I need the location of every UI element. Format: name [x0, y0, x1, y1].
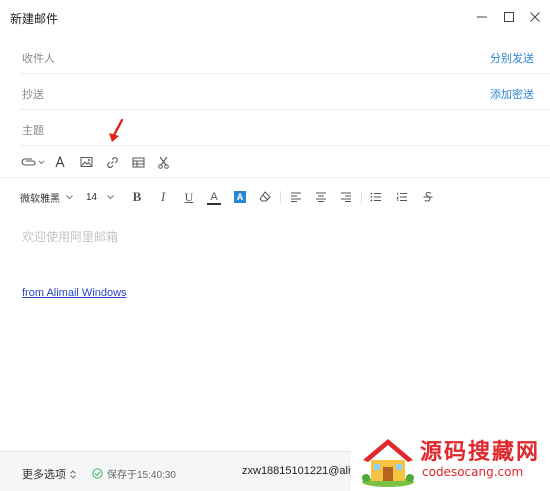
strikethrough-icon [423, 191, 433, 202]
subject-label: 主题 [22, 125, 44, 137]
save-status: 保存于15:40:30 [92, 466, 176, 481]
font-family-value: 微软雅黑 [20, 193, 60, 205]
font-color-button[interactable]: A [207, 190, 221, 205]
font-size-select[interactable]: 14 [86, 187, 120, 207]
font-button[interactable] [52, 152, 68, 172]
cc-field[interactable]: 抄送 添加密送 [20, 74, 550, 110]
font-family-select[interactable]: 微软雅黑 [20, 187, 74, 207]
subject-field[interactable]: 主题 [20, 110, 550, 146]
screenshot-button[interactable] [155, 152, 171, 172]
bullet-list-button[interactable] [369, 187, 383, 207]
minimize-button[interactable] [473, 8, 491, 26]
signature-link[interactable]: from Alimail Windows [22, 287, 127, 299]
attachment-icon [21, 158, 45, 166]
align-center-button[interactable] [314, 187, 328, 207]
sender-account[interactable]: zxw18815101221@aliy [242, 465, 356, 477]
font-size-value: 14 [86, 191, 98, 203]
save-status-text: 保存于15:40:30 [107, 470, 176, 481]
more-options-button[interactable]: 更多选项 [22, 466, 76, 482]
close-button[interactable] [526, 8, 544, 26]
body-placeholder[interactable]: 欢迎使用阿里邮箱 [22, 228, 118, 245]
minimize-icon [477, 16, 487, 18]
watermark-url: codesocang.com [422, 465, 524, 479]
maximize-icon [504, 12, 514, 22]
eraser-icon [259, 191, 271, 202]
bold-button[interactable]: B [130, 187, 144, 207]
image-icon [80, 157, 92, 167]
chevron-updown-icon [70, 469, 76, 479]
image-button[interactable] [78, 152, 94, 172]
chevron-down-icon [66, 194, 73, 199]
link-button[interactable] [104, 152, 120, 172]
strikethrough-button[interactable] [421, 187, 435, 207]
watermark: 源码搜藏网 codesocang.com [351, 432, 550, 491]
toolbar-divider [361, 191, 362, 203]
numbered-list-icon [396, 192, 407, 201]
to-field[interactable]: 收件人 分别发送 [20, 38, 550, 74]
align-center-icon [316, 192, 326, 202]
clear-format-button[interactable] [258, 187, 272, 207]
insert-toolbar [0, 146, 550, 178]
close-icon [530, 12, 540, 22]
align-right-icon [341, 192, 351, 202]
annotation-arrow-icon [109, 118, 124, 142]
attachment-button[interactable] [20, 152, 46, 172]
window-title: 新建邮件 [10, 12, 59, 26]
add-bcc-link[interactable]: 添加密送 [490, 86, 534, 102]
toolbar-divider [280, 191, 281, 203]
cc-label: 抄送 [22, 89, 44, 101]
numbered-list-button[interactable] [395, 187, 409, 207]
align-left-button[interactable] [289, 187, 303, 207]
scissors-icon [157, 156, 169, 169]
maximize-button[interactable] [500, 8, 518, 26]
title-bar: 新建邮件 [0, 0, 550, 34]
align-right-button[interactable] [339, 187, 353, 207]
link-icon [106, 156, 118, 168]
to-label: 收件人 [22, 53, 55, 65]
font-icon [55, 156, 65, 168]
table-icon [132, 157, 144, 167]
check-circle-icon [92, 468, 103, 479]
house-logo-icon [362, 439, 414, 487]
align-left-icon [291, 192, 301, 202]
format-toolbar: 微软雅黑 14 B I U A A [0, 182, 550, 212]
italic-button[interactable]: I [156, 187, 170, 207]
highlight-color-button[interactable]: A [234, 191, 246, 203]
underline-button[interactable]: U [182, 187, 196, 207]
chevron-down-icon [107, 194, 114, 199]
table-button[interactable] [130, 152, 146, 172]
watermark-title: 源码搜藏网 [420, 440, 541, 465]
bullet-list-icon [370, 192, 381, 202]
more-options-label: 更多选项 [22, 469, 66, 481]
send-separately-link[interactable]: 分别发送 [490, 50, 534, 66]
